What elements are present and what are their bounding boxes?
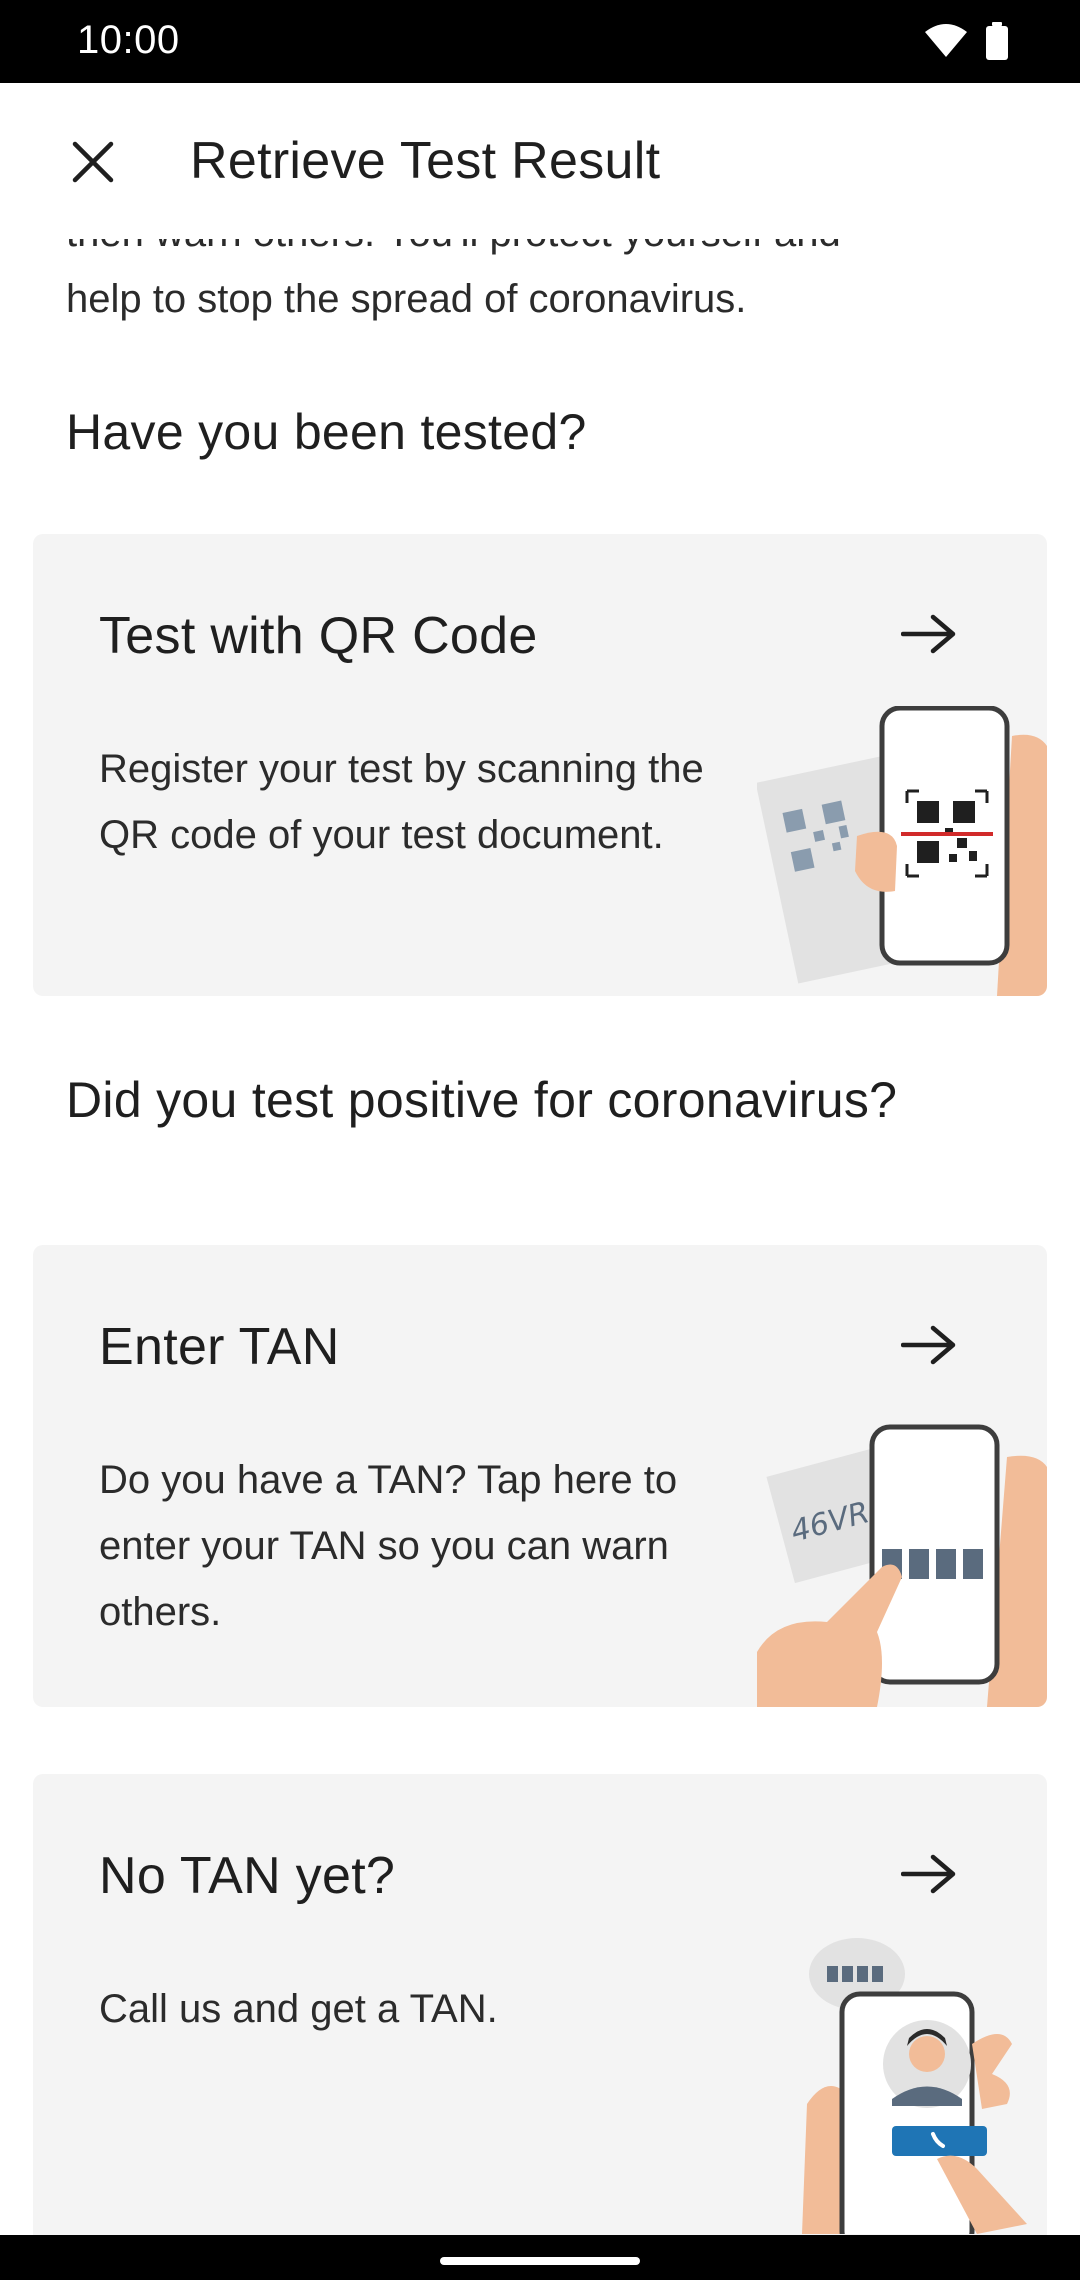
card-title: Enter TAN xyxy=(99,1318,340,1376)
system-nav-bar xyxy=(0,2235,1080,2280)
card-test-qr-code[interactable]: Test with QR Code Register your test by … xyxy=(33,534,1047,996)
arrow-right-icon xyxy=(901,1854,956,1894)
status-bar: 10:00 xyxy=(0,0,1080,83)
section-heading-tested: Have you been tested? xyxy=(66,404,587,460)
page-title: Retrieve Test Result xyxy=(190,132,661,190)
tan-entry-illustration: 46VR58 xyxy=(757,1424,1047,1707)
status-icons xyxy=(924,22,1008,60)
intro-line: help to stop the spread of coronavirus. xyxy=(66,277,747,321)
card-body: Register your test by scanning the QR co… xyxy=(99,747,704,857)
section-heading-positive: Did you test positive for coronavirus? xyxy=(66,1072,898,1128)
card-title: No TAN yet? xyxy=(99,1847,396,1905)
scroll-content[interactable]: then warn others. You'll protect yoursel… xyxy=(0,200,1080,2235)
qr-scan-illustration xyxy=(757,706,1047,996)
card-body: Do you have a TAN? Tap here to enter you… xyxy=(99,1458,678,1634)
close-button[interactable] xyxy=(58,127,128,197)
battery-icon xyxy=(986,22,1008,60)
card-title: Test with QR Code xyxy=(99,607,538,665)
wifi-icon xyxy=(925,24,967,57)
close-icon xyxy=(72,141,114,183)
status-time: 10:00 xyxy=(77,18,180,62)
arrow-right-icon xyxy=(901,614,956,654)
card-enter-tan[interactable]: Enter TAN Do you have a TAN? Tap here to… xyxy=(33,1245,1047,1707)
hotline-call-illustration xyxy=(802,1938,1027,2234)
home-gesture-handle[interactable] xyxy=(440,2257,640,2265)
app-bar: Retrieve Test Result xyxy=(0,83,1080,239)
card-no-tan-yet[interactable]: No TAN yet? Call us and get a TAN. xyxy=(33,1774,1047,2235)
card-body: Call us and get a TAN. xyxy=(99,1987,498,2031)
arrow-right-icon xyxy=(901,1325,956,1365)
